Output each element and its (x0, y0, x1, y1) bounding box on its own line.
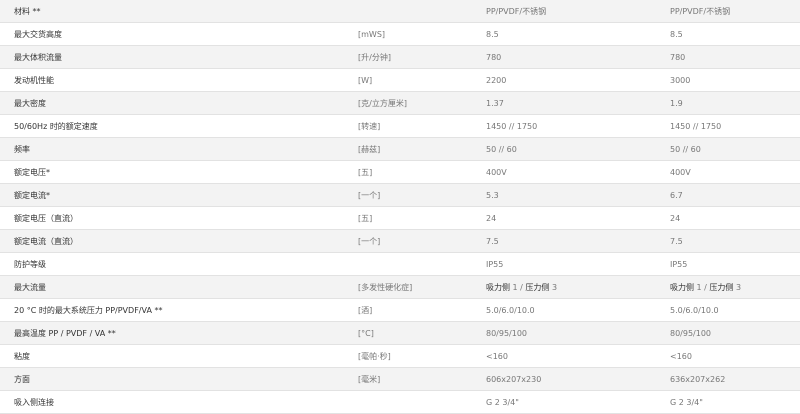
param-name: 防护等级 (0, 252, 344, 276)
suction-side-value: 1 / (694, 282, 710, 292)
param-name: 最大体积流量 (0, 45, 344, 69)
value-model-2: 80/95/100 (656, 321, 800, 345)
value-model-2: 5.0/6.0/10.0 (656, 298, 800, 322)
param-unit: [赫兹] (344, 137, 472, 161)
param-name: 额定电流* (0, 183, 344, 207)
value-model-1: 吸力侧 1 / 压力侧 3 (472, 275, 656, 299)
param-name: 发动机性能 (0, 68, 344, 92)
param-unit: [mWS] (344, 22, 472, 46)
value-model-1: 1450 // 1750 (472, 114, 656, 138)
value-model-1: IP55 (472, 252, 656, 276)
value-model-1: 8.5 (472, 22, 656, 46)
param-name: 额定电流（直流） (0, 229, 344, 253)
value-model-2: G 2 3/4" (656, 390, 800, 414)
table-row: 20 °C 时的最大系统压力 PP/PVDF/VA ** [酒] 5.0/6.0… (0, 298, 800, 322)
param-unit: [升/分钟] (344, 45, 472, 69)
table-row: 最大体积流量 [升/分钟] 780 780 (0, 45, 800, 69)
param-unit: [五] (344, 160, 472, 184)
table-row: 额定电流* [一个] 5.3 6.7 (0, 183, 800, 207)
param-name: 额定电压* (0, 160, 344, 184)
value-model-1: 1.37 (472, 91, 656, 115)
table-row: 发动机性能 [W] 2200 3000 (0, 68, 800, 92)
param-name: 粘度 (0, 344, 344, 368)
param-unit: [毫帕·秒] (344, 344, 472, 368)
table-row: 防护等级 IP55 IP55 (0, 252, 800, 276)
suction-side-label: 吸力侧 (486, 282, 510, 292)
table-row: 额定电流（直流） [一个] 7.5 7.5 (0, 229, 800, 253)
spec-table: 材料 ** PP/PVDF/不锈钢 PP/PVDF/不锈钢 最大交货高度 [mW… (0, 0, 800, 414)
value-model-1: 50 // 60 (472, 137, 656, 161)
value-model-1: 5.0/6.0/10.0 (472, 298, 656, 322)
table-row: 额定电压（直流） [五] 24 24 (0, 206, 800, 230)
value-model-2: 8.5 (656, 22, 800, 46)
param-name: 吸入侧连接 (0, 390, 344, 414)
suction-side-label: 吸力侧 (670, 282, 694, 292)
param-unit (344, 252, 472, 276)
value-model-1: 400V (472, 160, 656, 184)
table-row: 最大交货高度 [mWS] 8.5 8.5 (0, 22, 800, 46)
param-unit (344, 0, 472, 23)
table-row: 额定电压* [五] 400V 400V (0, 160, 800, 184)
suction-side-value: 1 / (510, 282, 526, 292)
param-unit: [毫米] (344, 367, 472, 391)
value-model-1: <160 (472, 344, 656, 368)
pressure-side-value: 3 (733, 282, 742, 292)
value-model-2: 吸力侧 1 / 压力侧 3 (656, 275, 800, 299)
table-row: 粘度 [毫帕·秒] <160 <160 (0, 344, 800, 368)
table-row: 方面 [毫米] 606x207x230 636x207x262 (0, 367, 800, 391)
table-row: 最高温度 PP / PVDF / VA ** [°C] 80/95/100 80… (0, 321, 800, 345)
param-name: 20 °C 时的最大系统压力 PP/PVDF/VA ** (0, 298, 344, 322)
value-model-1: PP/PVDF/不锈钢 (472, 0, 656, 23)
value-model-1: 2200 (472, 68, 656, 92)
value-model-2: PP/PVDF/不锈钢 (656, 0, 800, 23)
table-row: 50/60Hz 时的额定速度 [转速] 1450 // 1750 1450 //… (0, 114, 800, 138)
pressure-side-value: 3 (549, 282, 558, 292)
pressure-side-label: 压力侧 (525, 282, 550, 292)
value-model-2: 780 (656, 45, 800, 69)
value-model-1: G 2 3/4" (472, 390, 656, 414)
value-model-2: <160 (656, 344, 800, 368)
table-row: 最大流量 [多发性硬化症] 吸力侧 1 / 压力侧 3 吸力侧 1 / 压力侧 … (0, 275, 800, 299)
param-unit: [多发性硬化症] (344, 275, 472, 299)
param-unit: [一个] (344, 183, 472, 207)
table-row: 材料 ** PP/PVDF/不锈钢 PP/PVDF/不锈钢 (0, 0, 800, 23)
value-model-2: IP55 (656, 252, 800, 276)
param-name: 最高温度 PP / PVDF / VA ** (0, 321, 344, 345)
value-model-1: 606x207x230 (472, 367, 656, 391)
param-name: 最大流量 (0, 275, 344, 299)
value-model-1: 24 (472, 206, 656, 230)
param-unit: [°C] (344, 321, 472, 345)
param-unit: [一个] (344, 229, 472, 253)
param-unit: [五] (344, 206, 472, 230)
param-name: 最大密度 (0, 91, 344, 115)
param-unit: [W] (344, 68, 472, 92)
value-model-2: 24 (656, 206, 800, 230)
param-unit: [转速] (344, 114, 472, 138)
value-model-1: 5.3 (472, 183, 656, 207)
param-name: 频率 (0, 137, 344, 161)
value-model-2: 636x207x262 (656, 367, 800, 391)
value-model-2: 50 // 60 (656, 137, 800, 161)
value-model-2: 400V (656, 160, 800, 184)
table-row: 吸入侧连接 G 2 3/4" G 2 3/4" (0, 390, 800, 414)
param-name: 材料 ** (0, 0, 344, 23)
value-model-2: 6.7 (656, 183, 800, 207)
value-model-2: 1.9 (656, 91, 800, 115)
value-model-1: 7.5 (472, 229, 656, 253)
param-unit: [克/立方厘米] (344, 91, 472, 115)
value-model-2: 7.5 (656, 229, 800, 253)
param-name: 50/60Hz 时的额定速度 (0, 114, 344, 138)
param-name: 最大交货高度 (0, 22, 344, 46)
param-name: 额定电压（直流） (0, 206, 344, 230)
param-unit: [酒] (344, 298, 472, 322)
param-name: 方面 (0, 367, 344, 391)
value-model-2: 1450 // 1750 (656, 114, 800, 138)
table-row: 最大密度 [克/立方厘米] 1.37 1.9 (0, 91, 800, 115)
pressure-side-label: 压力侧 (709, 282, 734, 292)
table-row: 频率 [赫兹] 50 // 60 50 // 60 (0, 137, 800, 161)
value-model-1: 780 (472, 45, 656, 69)
param-unit (344, 390, 472, 414)
value-model-2: 3000 (656, 68, 800, 92)
value-model-1: 80/95/100 (472, 321, 656, 345)
